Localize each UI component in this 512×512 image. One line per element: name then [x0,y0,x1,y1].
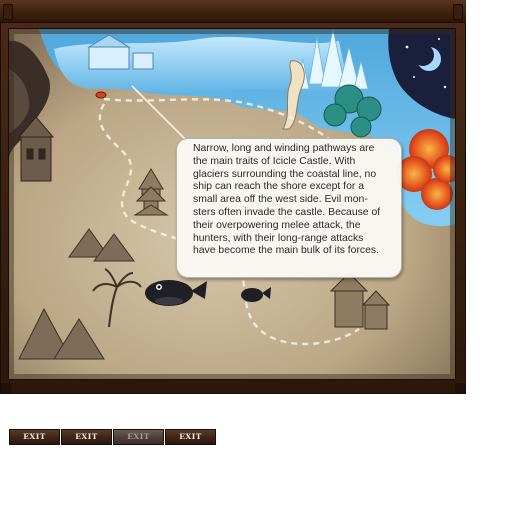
description-line: glaciers surrounding the coastal line, n… [193,168,377,180]
description-line: have become the main bulk of its forces. [193,245,379,257]
description-line: ship can reach the shore except for a [193,181,364,193]
world-map-screen: Narrow, long and winding pathways are th… [0,0,512,512]
description-line: Narrow, long and winding pathways are [193,143,375,154]
description-line: small area off the west side. Evil mon- [193,194,368,206]
region-description-bubble: Narrow, long and winding pathways are th… [176,138,402,278]
description-line: the main traits of Icicle Castle. With [193,155,356,167]
exit-button-disabled[interactable]: EXIT [113,429,164,445]
description-line: their overpowering melee attack, the [193,219,361,231]
description-line: hunters, with their long-range attacks [193,232,364,244]
exit-button-pressed[interactable]: EXIT [165,429,216,445]
description-line: sters often invade the castle. Because o… [193,206,381,218]
exit-button-hover[interactable]: EXIT [61,429,112,445]
exit-button-normal[interactable]: EXIT [9,429,60,445]
